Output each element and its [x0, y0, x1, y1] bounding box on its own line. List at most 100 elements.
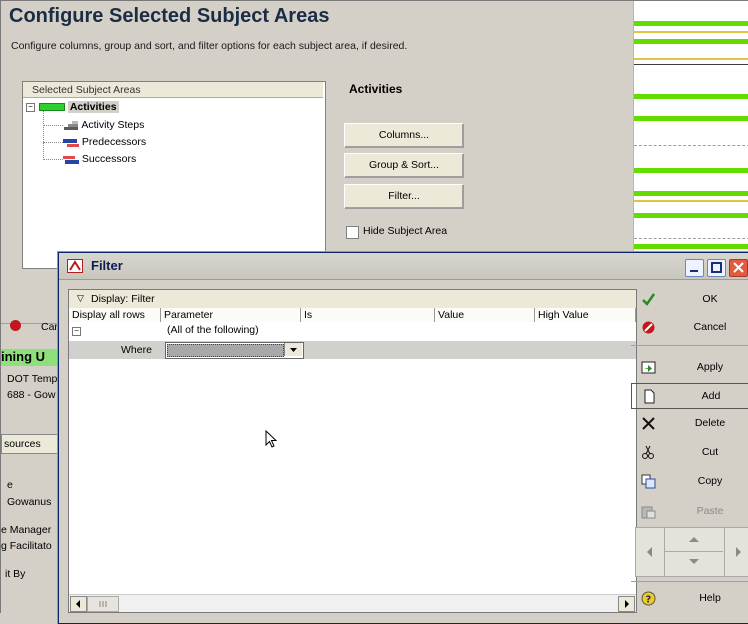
gantt-bar: [634, 21, 748, 26]
page-title: Configure Selected Subject Areas: [9, 5, 330, 27]
minimize-icon[interactable]: [685, 259, 704, 277]
scroll-left-button[interactable]: [70, 596, 87, 612]
move-up-button[interactable]: [665, 528, 723, 552]
scroll-thumb[interactable]: [87, 596, 119, 612]
delete-icon: [641, 416, 656, 431]
horizontal-scrollbar[interactable]: [69, 594, 636, 612]
tree-item-label: Successors: [81, 153, 137, 165]
move-left-button[interactable]: [636, 528, 665, 576]
delete-button[interactable]: Delete: [631, 411, 748, 437]
check-icon: [641, 292, 656, 307]
columns-button[interactable]: Columns...: [344, 123, 464, 148]
help-button-label: Help: [699, 592, 721, 604]
paste-button[interactable]: Paste: [631, 499, 748, 525]
svg-text:?: ?: [646, 595, 652, 606]
ok-button[interactable]: OK: [631, 287, 748, 313]
filter-dialog: Filter ▽ Display: Filter Display all row…: [58, 252, 748, 624]
cancel-button[interactable]: Cancel: [631, 315, 748, 341]
subject-tree-header: Selected Subject Areas: [23, 82, 323, 98]
chevron-down-icon: ▽: [77, 293, 84, 303]
help-icon: ?: [641, 591, 656, 606]
gantt-bar: [634, 39, 748, 44]
tree-item-activities[interactable]: − Activities: [23, 101, 119, 113]
gantt-bar: [634, 116, 748, 121]
table-row[interactable]: − (All of the following): [69, 323, 636, 339]
group-sort-button-label: Group & Sort...: [368, 159, 440, 171]
add-button-label: Add: [701, 390, 721, 402]
filter-grid: ▽ Display: Filter Display all rows Param…: [68, 289, 637, 613]
project-line-1: DOT Temp: [7, 373, 58, 385]
parameter-dropdown[interactable]: [165, 342, 304, 359]
gantt-divider: [634, 145, 748, 146]
ok-button-label: OK: [702, 293, 718, 305]
collapse-icon[interactable]: −: [26, 102, 35, 112]
close-icon[interactable]: [729, 259, 748, 277]
gantt-bar: [634, 94, 748, 99]
successors-icon: [63, 155, 79, 164]
gantt-bar: [634, 244, 748, 249]
tree-item-label: Activities: [67, 101, 119, 113]
filter-dialog-title: Filter: [91, 258, 123, 273]
steps-icon: [63, 120, 79, 130]
tree-connector: [43, 142, 63, 143]
field-label-by: it By: [5, 568, 26, 580]
hide-subject-area-label: Hide Subject Area: [363, 225, 448, 237]
tree-connector: [43, 125, 63, 126]
move-down-button[interactable]: [665, 552, 723, 576]
cut-button[interactable]: Cut: [631, 440, 748, 466]
background-pane: Car ining U DOT Temp 688 - Gow sources e…: [1, 291, 59, 614]
cursor-icon: [265, 429, 278, 452]
cut-icon: [641, 445, 656, 460]
gantt-bar: [634, 168, 748, 173]
activity-icon: [38, 103, 65, 112]
project-line-2: 688 - Gow: [7, 389, 56, 401]
add-icon: [642, 389, 657, 404]
parameter-dropdown-value: [167, 344, 284, 357]
divider: [631, 581, 748, 582]
chevron-down-icon[interactable]: [284, 343, 302, 356]
cancel-button-label[interactable]: Car: [41, 321, 59, 333]
apply-button[interactable]: Apply: [631, 355, 748, 381]
table-row[interactable]: Where: [69, 341, 636, 359]
column-header-is[interactable]: Is: [301, 308, 435, 322]
cancel-icon: [641, 320, 656, 335]
column-header-high-value[interactable]: High Value: [535, 308, 636, 322]
tree-item-activity-steps[interactable]: Activity Steps: [63, 119, 144, 131]
display-filter-label: Display: Filter: [91, 293, 155, 305]
maximize-icon[interactable]: [707, 259, 726, 277]
filter-titlebar[interactable]: Filter: [59, 253, 748, 280]
gantt-line: [634, 64, 748, 65]
gantt-bar: [634, 191, 748, 196]
group-sort-button[interactable]: Group & Sort...: [344, 153, 464, 178]
add-button[interactable]: Add: [631, 383, 748, 409]
tab-resources[interactable]: sources: [1, 434, 59, 454]
apply-icon: [641, 360, 656, 375]
display-filter-bar[interactable]: ▽ Display: Filter: [69, 290, 636, 309]
field-value-gowanus: Gowanus: [7, 496, 52, 508]
move-right-button[interactable]: [724, 528, 748, 576]
divider: [631, 345, 748, 346]
paste-button-label: Paste: [696, 505, 724, 517]
column-header-display[interactable]: Display all rows: [69, 308, 161, 322]
subject-area-title: Activities: [349, 82, 403, 96]
field-label-manager: e Manager: [1, 524, 52, 536]
project-title: ining U: [1, 349, 46, 364]
tree-item-successors[interactable]: Successors: [63, 153, 136, 165]
column-header-value[interactable]: Value: [435, 308, 535, 322]
cut-button-label: Cut: [701, 446, 719, 458]
tree-item-label: Activity Steps: [81, 119, 145, 131]
help-button[interactable]: ? Help: [631, 586, 748, 612]
hide-subject-area-checkbox[interactable]: [346, 226, 359, 239]
copy-button[interactable]: Copy: [631, 469, 748, 495]
field-label: e: [7, 479, 13, 491]
row-where-label: Where: [121, 344, 152, 356]
filter-button[interactable]: Filter...: [344, 184, 464, 209]
move-arrows: [635, 527, 748, 577]
paste-icon: [641, 504, 656, 519]
column-header-parameter[interactable]: Parameter: [161, 308, 301, 322]
copy-icon: [641, 474, 656, 489]
tree-item-predecessors[interactable]: Predecessors: [63, 136, 146, 148]
delete-button-label: Delete: [694, 417, 726, 429]
collapse-icon[interactable]: −: [72, 327, 81, 336]
tree-connector: [43, 110, 45, 160]
